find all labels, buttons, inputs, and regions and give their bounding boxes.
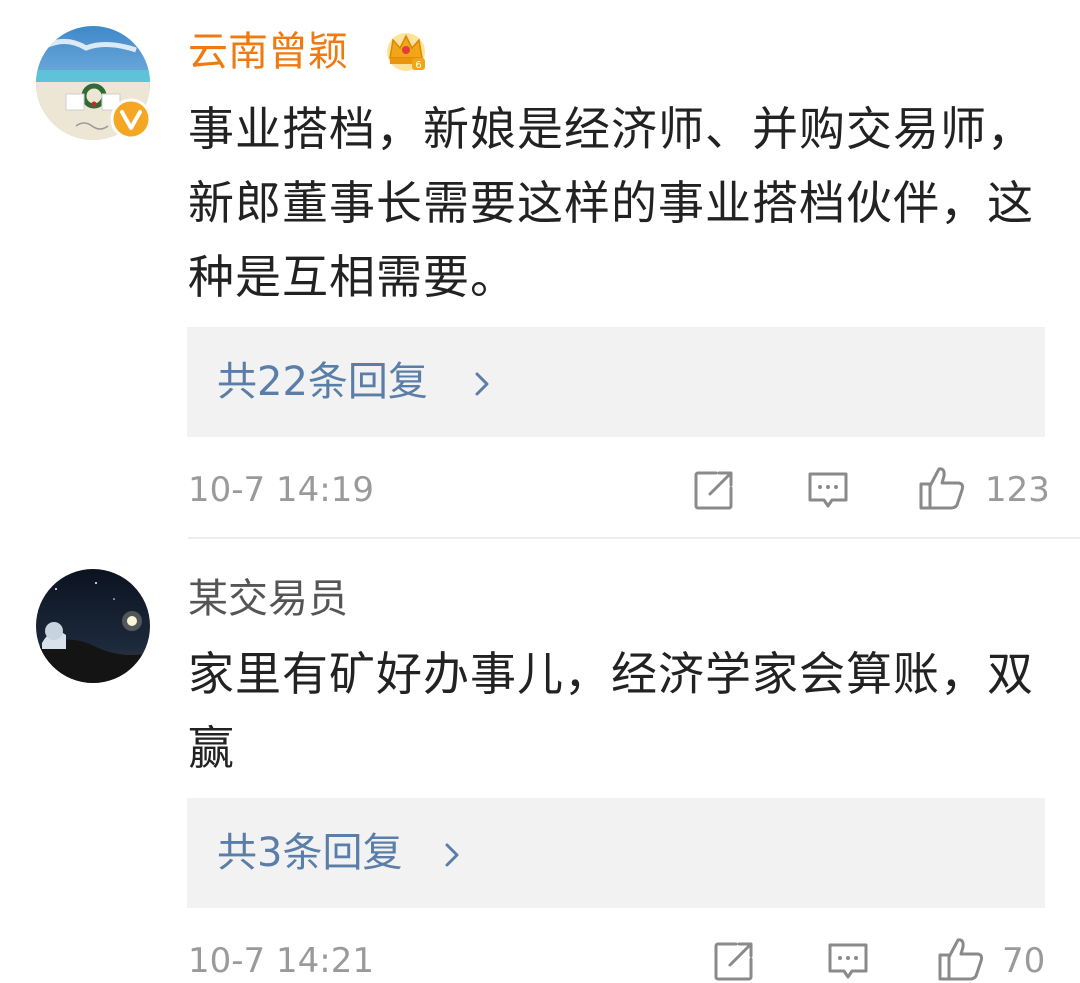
thumbs-up-icon[interactable] xyxy=(917,464,967,512)
like-count: 123 xyxy=(985,470,1050,510)
comment-item: 云南曾颖 6 事业搭档，新娘是经济师、并购交易师，新郎董事长需要这样的事业搭档伙… xyxy=(0,0,1080,537)
svg-text:6: 6 xyxy=(415,60,421,71)
chevron-right-icon xyxy=(475,372,489,396)
replies-box[interactable]: 共3条回复 xyxy=(187,798,1045,908)
crown-badge-icon: 6 xyxy=(387,33,425,71)
username[interactable]: 云南曾颖 xyxy=(188,28,348,76)
timestamp: 10-7 14:19 xyxy=(188,470,374,510)
comment-text: 事业搭档，新娘是经济师、并购交易师，新郎董事长需要这样的事业搭档伙伴，这种是互相… xyxy=(188,102,1034,304)
thumbs-up-icon[interactable] xyxy=(936,935,986,983)
comment-icon[interactable] xyxy=(826,939,870,983)
avatar[interactable] xyxy=(36,569,150,683)
like-count: 70 xyxy=(1002,941,1046,981)
share-icon[interactable] xyxy=(692,468,736,512)
replies-box[interactable]: 共22条回复 xyxy=(187,327,1045,437)
username[interactable]: 某交易员 xyxy=(188,575,348,623)
verified-badge-icon xyxy=(110,98,152,140)
timestamp: 10-7 14:21 xyxy=(188,941,374,981)
view-replies-link[interactable]: 共22条回复 xyxy=(217,357,428,407)
comment-text: 家里有矿好办事儿，经济学家会算账，双赢 xyxy=(188,647,1034,775)
comment-icon[interactable] xyxy=(806,468,850,512)
share-icon[interactable] xyxy=(712,939,756,983)
comment-item: 某交易员 家里有矿好办事儿，经济学家会算账，双赢 共3条回复 10-7 14:2… xyxy=(0,539,1080,981)
view-replies-link[interactable]: 共3条回复 xyxy=(217,828,402,878)
chevron-right-icon xyxy=(445,843,459,867)
